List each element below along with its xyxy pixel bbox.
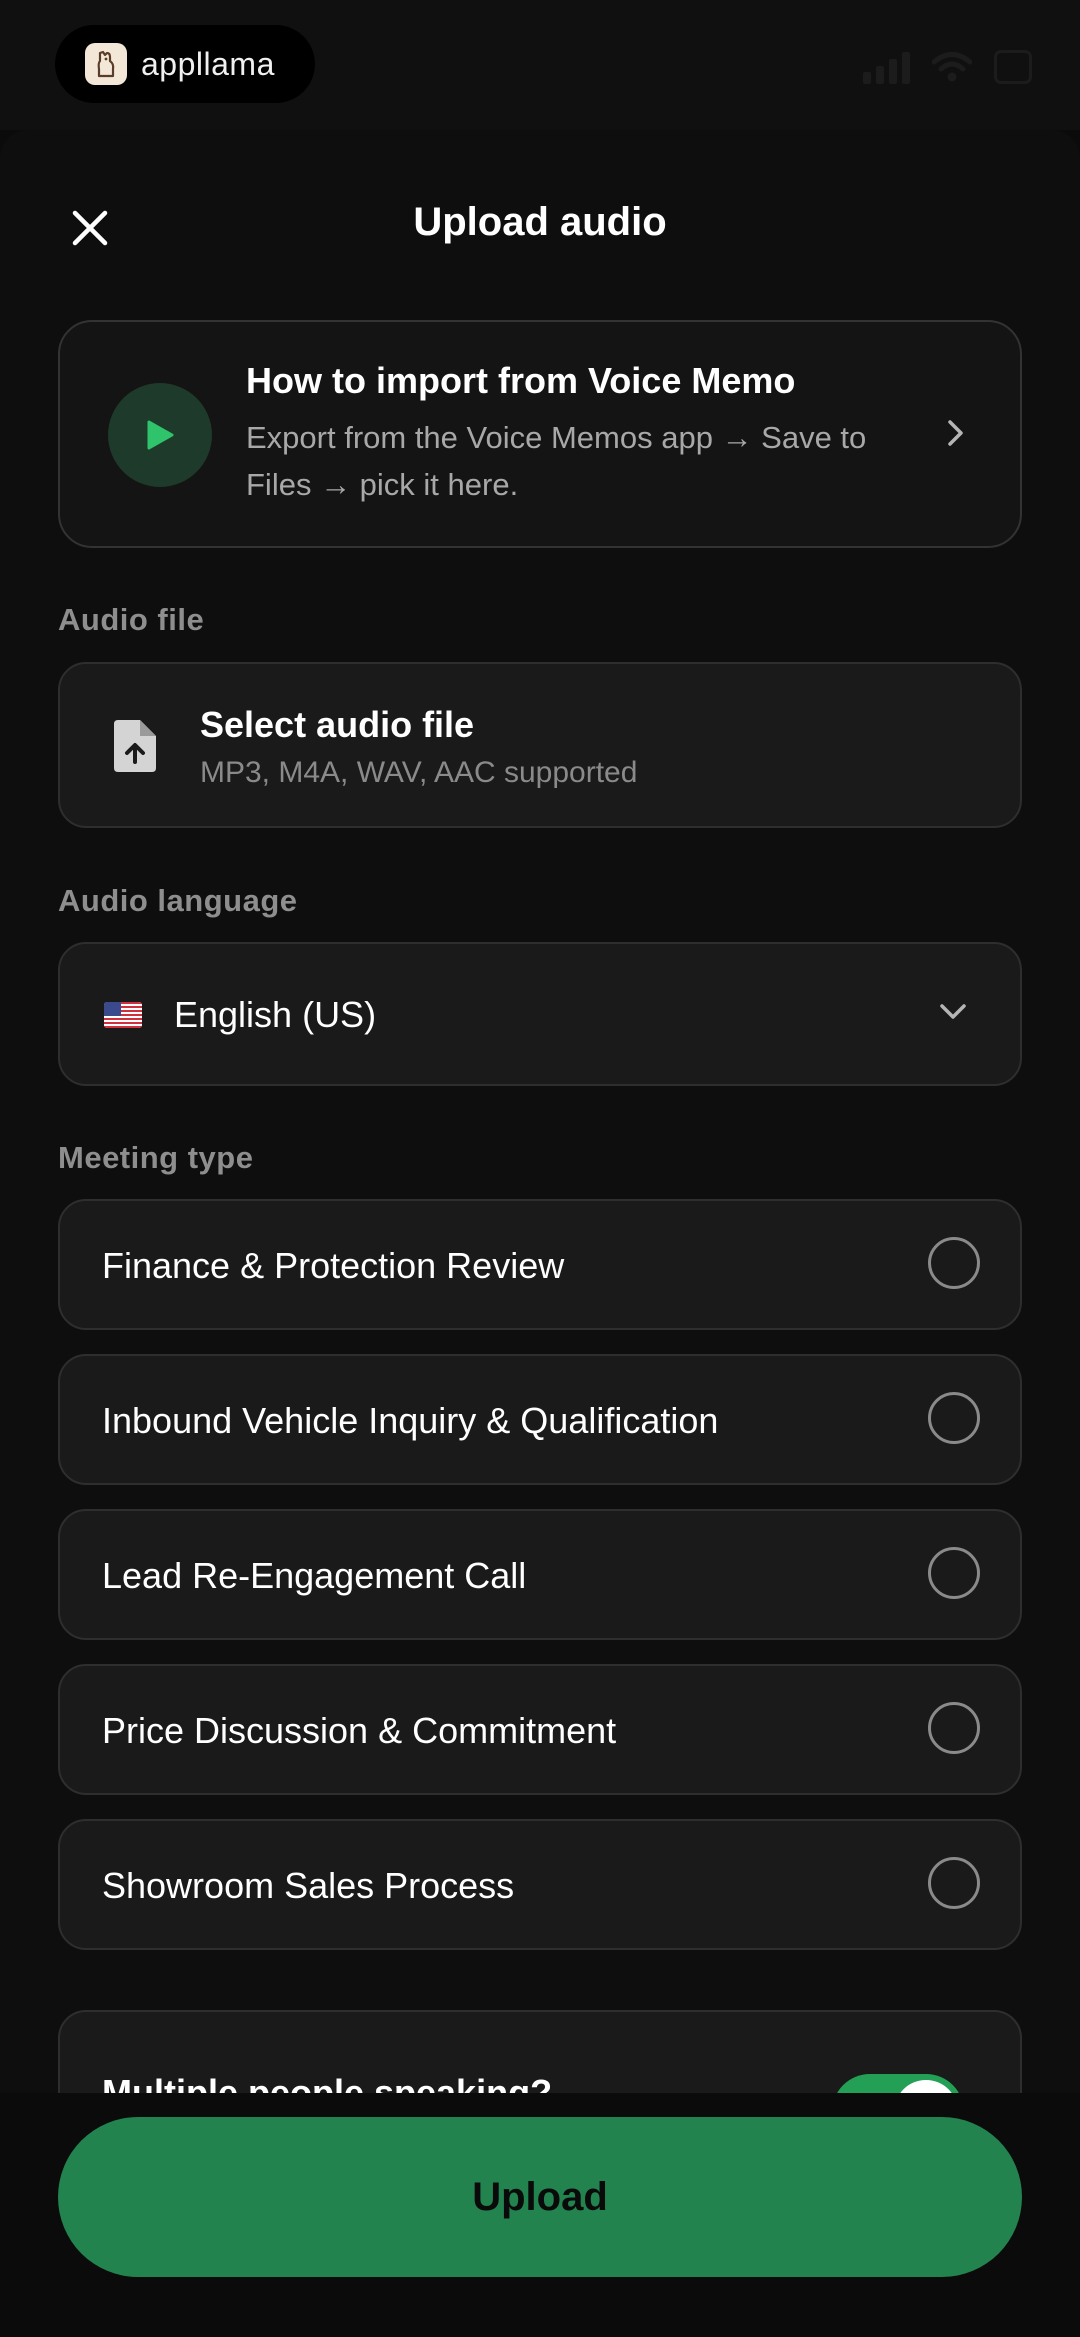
option-label: Inbound Vehicle Inquiry & Qualification — [102, 1400, 719, 1441]
page-title: Upload audio — [413, 200, 667, 244]
upload-button[interactable]: Upload — [58, 2117, 1022, 2277]
radio-button[interactable] — [928, 1237, 980, 1289]
supported-formats: MP3, M4A, WAV, AAC supported — [200, 756, 638, 789]
upload-sheet: Upload audio How to import from Voice Me… — [0, 130, 1080, 2337]
option-label: Showroom Sales Process — [102, 1865, 515, 1906]
select-audio-file-button[interactable]: Select audio file MP3, M4A, WAV, AAC sup… — [58, 662, 1022, 828]
play-button — [108, 383, 212, 487]
chevron-down-icon — [940, 1004, 966, 1019]
file-upload-icon — [114, 720, 156, 772]
brand-pill: appllama — [55, 25, 315, 103]
us-flag-icon — [104, 1002, 142, 1028]
screen: appllama Upload audio How to import from… — [0, 0, 1080, 2337]
brand-name: appllama — [141, 45, 275, 82]
meeting-type-label: Meeting type — [58, 1140, 254, 1175]
meeting-type-option[interactable]: Lead Re-Engagement Call — [58, 1509, 1022, 1640]
llama-logo-icon — [85, 43, 127, 85]
meeting-type-option[interactable]: Showroom Sales Process — [58, 1819, 1022, 1950]
wifi-icon — [932, 52, 972, 82]
status-icons — [863, 50, 1032, 84]
option-label: Lead Re-Engagement Call — [102, 1555, 527, 1596]
language-dropdown[interactable]: English (US) — [58, 942, 1022, 1086]
option-label: Finance & Protection Review — [102, 1245, 565, 1286]
signal-icon — [863, 50, 910, 84]
audio-file-label: Audio file — [58, 602, 205, 637]
audio-language-label: Audio language — [58, 883, 298, 918]
voice-memo-help-card[interactable]: How to import from Voice Memo Export fro… — [58, 320, 1022, 548]
help-card-description: Export from the Voice Memos app → Save t… — [246, 420, 867, 502]
radio-button[interactable] — [928, 1392, 980, 1444]
meeting-type-option[interactable]: Price Discussion & Commitment — [58, 1664, 1022, 1795]
play-icon — [147, 420, 174, 450]
meeting-type-option[interactable]: Finance & Protection Review — [58, 1199, 1022, 1330]
help-card-title: How to import from Voice Memo — [246, 360, 796, 401]
radio-button[interactable] — [928, 1857, 980, 1909]
selected-language: English (US) — [174, 994, 377, 1035]
meeting-type-option[interactable]: Inbound Vehicle Inquiry & Qualification — [58, 1354, 1022, 1485]
chevron-right-icon — [948, 420, 963, 446]
header: Upload audio — [0, 130, 1080, 310]
status-bar: appllama — [0, 0, 1080, 130]
upload-button-label: Upload — [472, 2174, 608, 2219]
select-file-title: Select audio file — [200, 704, 475, 745]
radio-button[interactable] — [928, 1547, 980, 1599]
radio-button[interactable] — [928, 1702, 980, 1754]
option-label: Price Discussion & Commitment — [102, 1710, 617, 1751]
battery-icon — [994, 50, 1032, 84]
